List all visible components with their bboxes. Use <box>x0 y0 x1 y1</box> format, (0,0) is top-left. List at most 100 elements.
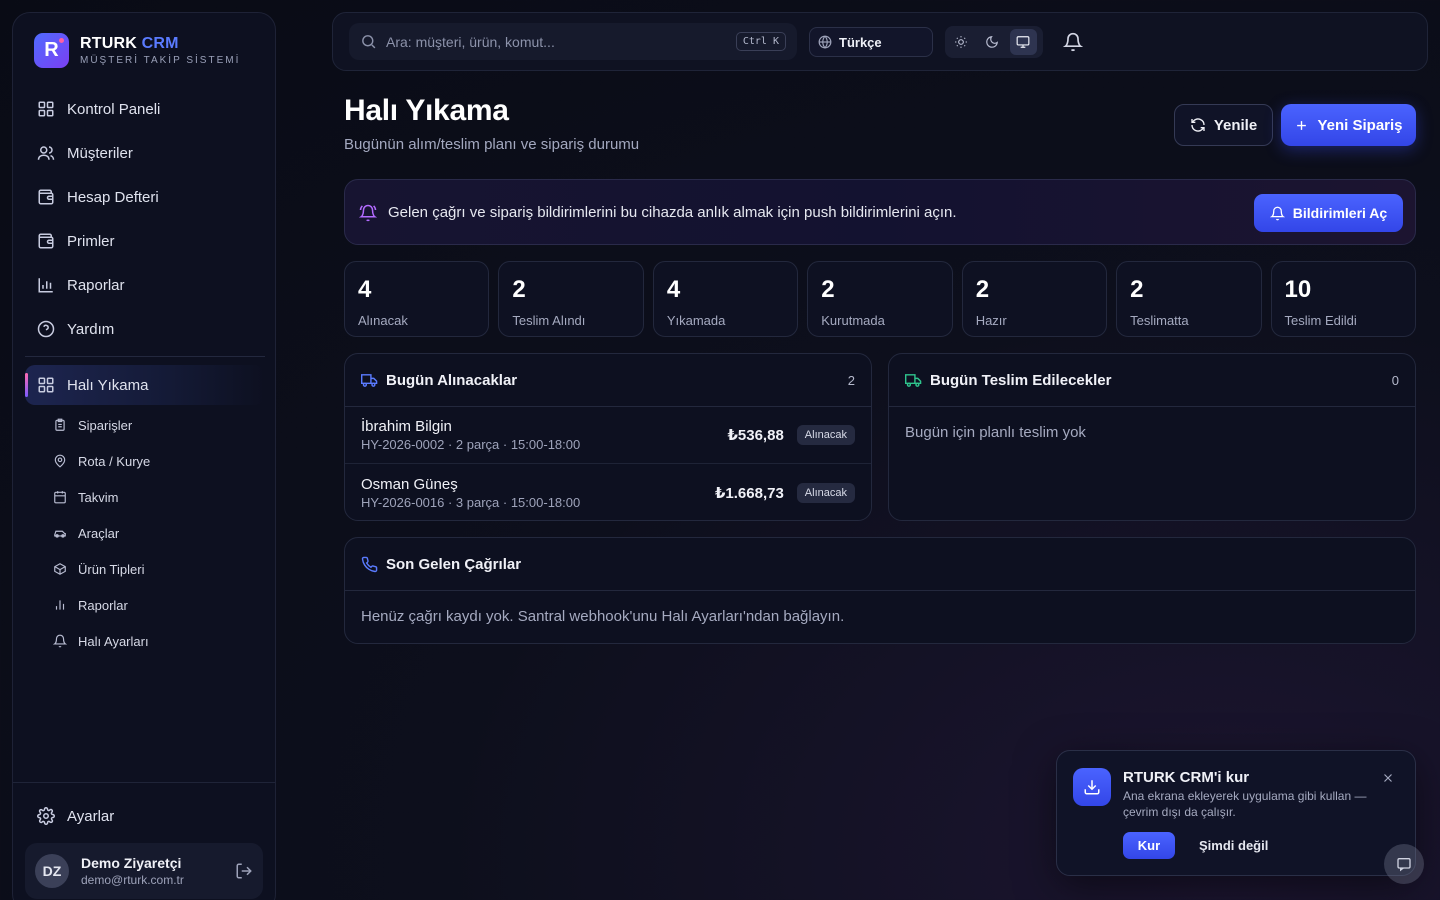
sidebar-item-hali-yikama[interactable]: Halı Yıkama <box>25 365 265 405</box>
status-stats: 4 Alınacak 2 Teslim Alındı 4 Yıkamada 2 … <box>344 261 1416 337</box>
sidebar-item-yardim[interactable]: Yardım <box>25 307 265 351</box>
help-circle-icon <box>37 320 55 338</box>
sidebar-item-kontrol-paneli[interactable]: Kontrol Paneli <box>25 87 265 131</box>
calendar-icon <box>53 490 67 504</box>
globe-icon <box>818 35 832 49</box>
logout-icon[interactable] <box>235 862 253 880</box>
theme-system-button[interactable] <box>1009 29 1037 55</box>
phone-icon <box>361 556 378 573</box>
sidebar-subitem-urun-tipleri[interactable]: Ürün Tipleri <box>25 551 265 587</box>
language-label: Türkçe <box>839 34 882 50</box>
stat-card-alinacak[interactable]: 4 Alınacak <box>344 261 490 337</box>
truck-icon <box>905 372 922 389</box>
chat-icon <box>1396 856 1412 872</box>
stat-label: Teslim Alındı <box>512 312 586 328</box>
sidebar-item-label: Primler <box>67 232 115 250</box>
sidebar-subitem-rota-kurye[interactable]: Rota / Kurye <box>25 443 265 479</box>
stat-card-teslim-alindi[interactable]: 2 Teslim Alındı <box>498 261 644 337</box>
deliveries-count: 0 <box>1391 372 1399 388</box>
sidebar-settings-section: Ayarlar <box>25 794 265 838</box>
sidebar: R RTURK CRM MÜŞTERİ TAKİP SİSTEMİ Kontro… <box>12 12 276 900</box>
refresh-label: Yenile <box>1213 116 1258 134</box>
bar-chart-icon <box>37 276 55 294</box>
deliveries-card-header: Bugün Teslim Edilecekler 0 <box>889 354 1415 407</box>
theme-dark-button[interactable] <box>978 29 1005 55</box>
order-amount: ₺536,88 <box>727 427 784 444</box>
sidebar-item-label: Yardım <box>67 320 115 338</box>
sidebar-item-primler[interactable]: Primler <box>25 219 265 263</box>
sidebar-subitem-siparisler[interactable]: Siparişler <box>25 407 265 443</box>
avatar: DZ <box>35 854 69 888</box>
sidebar-item-label: Kontrol Paneli <box>67 100 161 118</box>
search-icon <box>360 33 377 50</box>
dashboard-icon <box>37 100 55 118</box>
stat-value: 4 <box>358 276 372 303</box>
user-card[interactable]: DZ Demo Ziyaretçi demo@rturk.com.tr <box>25 843 263 899</box>
close-icon[interactable] <box>1381 771 1395 785</box>
stat-card-hazir[interactable]: 2 Hazır <box>961 261 1108 337</box>
topbar: Ctrl K Türkçe <box>332 12 1428 71</box>
recent-calls-card: Son Gelen Çağrılar Henüz çağrı kaydı yok… <box>344 537 1416 644</box>
notifications-bell-icon[interactable] <box>1063 32 1083 52</box>
bell-ring-icon <box>359 204 377 222</box>
pickups-card-header: Bugün Alınacaklar 2 <box>345 354 871 407</box>
sidebar-subitem-hali-ayarlari[interactable]: Halı Ayarları <box>25 623 265 659</box>
brand-logo-letter: R <box>44 39 59 61</box>
stat-label: Alınacak <box>358 312 408 328</box>
stat-card-teslimatta[interactable]: 2 Teslimatta <box>1116 261 1262 337</box>
theme-light-button[interactable] <box>947 29 974 55</box>
plus-icon <box>1294 118 1309 133</box>
new-order-button[interactable]: Yeni Sipariş <box>1281 104 1416 146</box>
search-input[interactable] <box>386 33 736 50</box>
chat-button[interactable] <box>1384 844 1424 884</box>
refresh-button[interactable]: Yenile <box>1174 104 1273 146</box>
sidebar-subitem-raporlar[interactable]: Raporlar <box>25 587 265 623</box>
sidebar-item-musteriler[interactable]: Müşteriler <box>25 131 265 175</box>
sidebar-subitem-label: Halı Ayarları <box>78 633 149 649</box>
sidebar-subitem-araclar[interactable]: Araçlar <box>25 515 265 551</box>
stat-label: Yıkamada <box>666 312 726 328</box>
sidebar-item-ayarlar[interactable]: Ayarlar <box>25 794 265 838</box>
table-row[interactable]: Osman Güneş HY-2026-0016 · 3 parça · 15:… <box>345 464 871 520</box>
stat-label: Teslimatta <box>1130 312 1189 328</box>
deliveries-title: Bugün Teslim Edilecekler <box>930 371 1112 389</box>
stat-value: 4 <box>666 276 681 303</box>
customer-name: Osman Güneş <box>361 475 458 493</box>
stat-label: Hazır <box>975 312 1007 328</box>
sidebar-subitem-label: Ürün Tipleri <box>78 561 145 577</box>
install-button[interactable]: Kur <box>1123 832 1175 859</box>
table-row[interactable]: İbrahim Bilgin HY-2026-0002 · 2 parça · … <box>345 407 871 464</box>
deliveries-card: Bugün Teslim Edilecekler 0 Bugün için pl… <box>888 353 1416 521</box>
moon-icon <box>985 35 999 49</box>
download-icon <box>1083 778 1101 796</box>
not-now-button[interactable]: Şimdi değil <box>1199 838 1268 853</box>
stat-value: 2 <box>1130 276 1144 303</box>
sidebar-subitem-takvim[interactable]: Takvim <box>25 479 265 515</box>
stat-value: 2 <box>512 276 526 303</box>
brand[interactable]: R RTURK CRM MÜŞTERİ TAKİP SİSTEMİ <box>34 33 240 68</box>
stat-label: Teslim Edildi <box>1284 312 1357 328</box>
status-badge: Alınacak <box>796 425 855 445</box>
gear-icon <box>37 807 55 825</box>
brand-logo-dot <box>59 38 64 43</box>
sidebar-item-raporlar[interactable]: Raporlar <box>25 263 265 307</box>
clipboard-icon <box>53 418 67 432</box>
enable-notifications-button[interactable]: Bildirimleri Aç <box>1254 194 1403 232</box>
stat-card-teslim-edildi[interactable]: 10 Teslim Edildi <box>1270 261 1416 337</box>
search-bar[interactable]: Ctrl K <box>349 23 797 60</box>
car-icon <box>53 526 67 540</box>
stat-card-yikamada[interactable]: 4 Yıkamada <box>652 261 799 337</box>
package-icon <box>53 562 67 576</box>
sidebar-item-hesap-defteri[interactable]: Hesap Defteri <box>25 175 265 219</box>
bell-icon <box>53 634 67 648</box>
brand-name-accent: CRM <box>141 35 179 52</box>
language-select[interactable]: Türkçe <box>809 27 933 57</box>
stat-card-kurutmada[interactable]: 2 Kurutmada <box>807 261 953 337</box>
bar-chart-icon <box>53 598 67 612</box>
toast-title: RTURK CRM'i kur <box>1123 769 1250 786</box>
bell-icon <box>1269 206 1285 221</box>
pickups-title: Bugün Alınacaklar <box>386 371 518 389</box>
stat-value: 2 <box>975 276 990 303</box>
truck-icon <box>361 372 378 389</box>
theme-toggle-group <box>945 26 1043 58</box>
